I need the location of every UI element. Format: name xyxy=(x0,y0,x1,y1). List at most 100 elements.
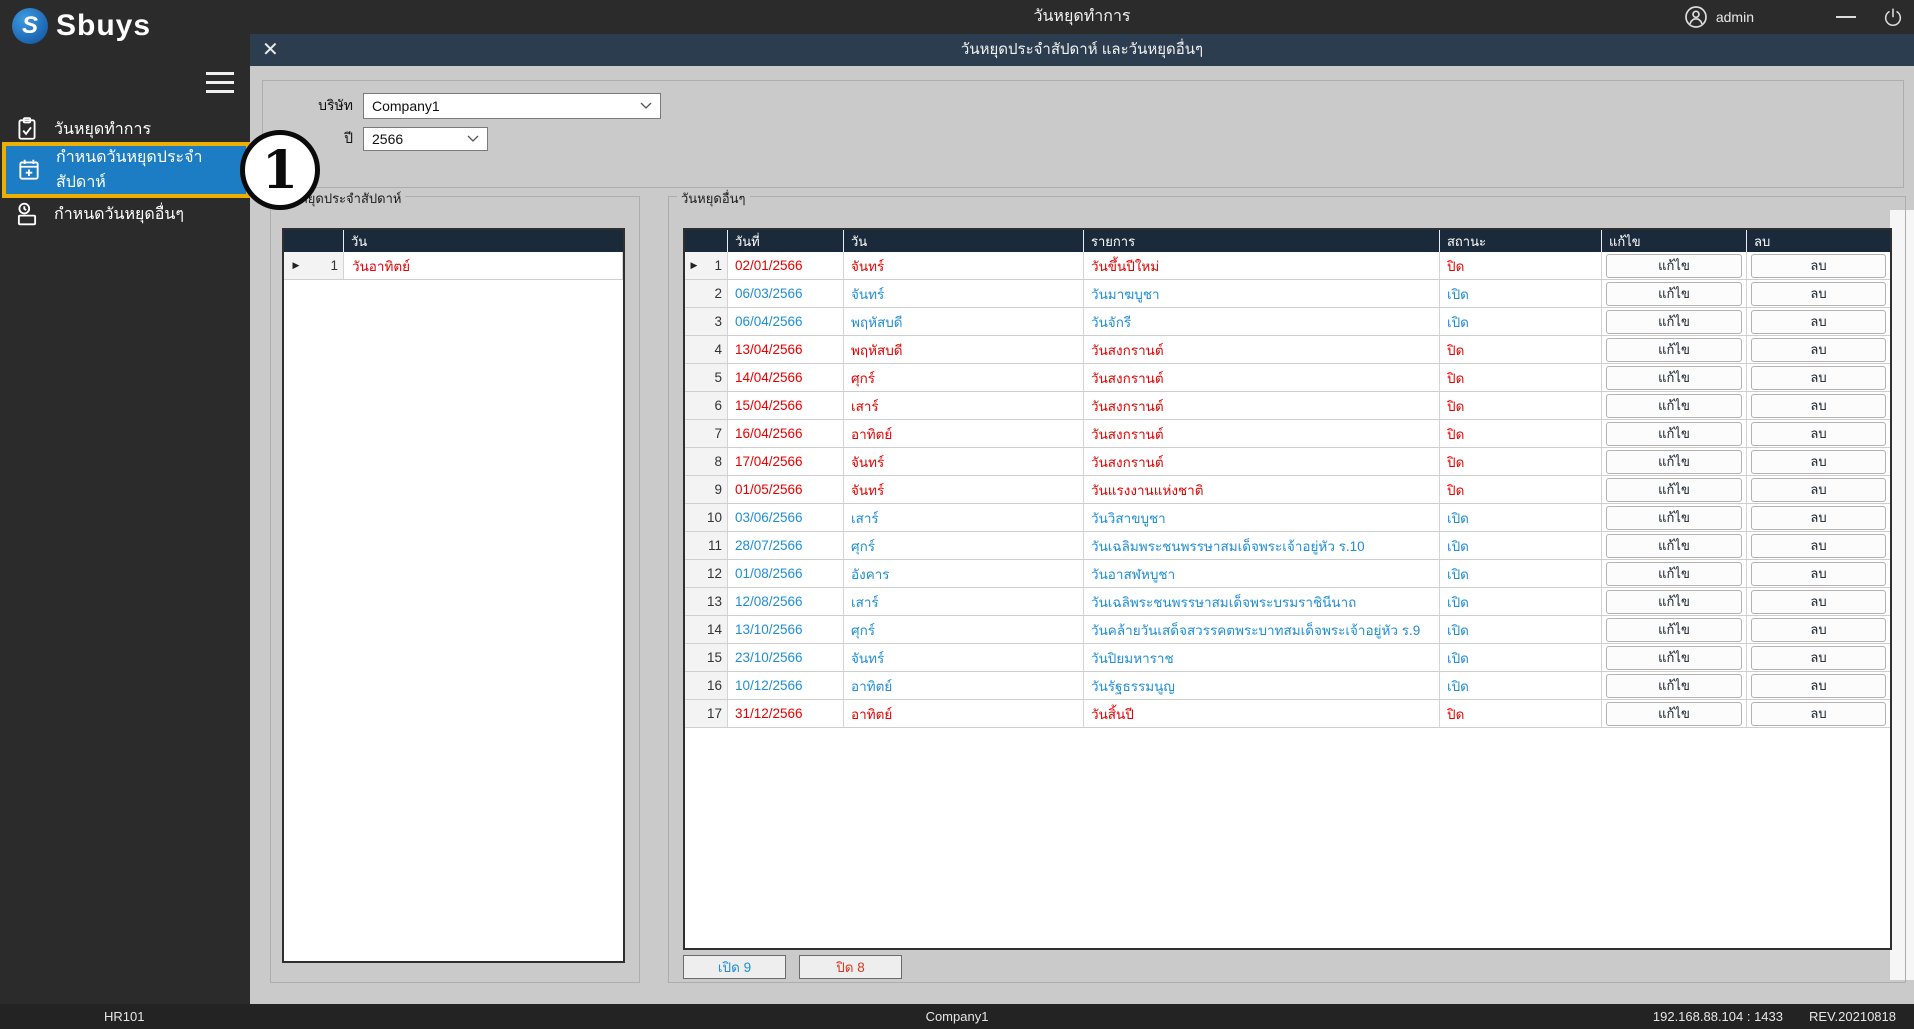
power-icon[interactable] xyxy=(1882,6,1904,28)
date-cell: 23/10/2566 xyxy=(728,644,844,671)
table-row: 16 10/12/2566 อาทิตย์ วันรัฐธรรมนูญ เปิด แก้ไ… xyxy=(685,672,1890,700)
edit-button[interactable]: แก้ไข xyxy=(1606,421,1742,446)
delete-button[interactable]: ลบ xyxy=(1751,477,1886,502)
edit-button[interactable]: แก้ไข xyxy=(1606,365,1742,390)
date-cell: 14/04/2566 xyxy=(728,364,844,391)
minimize-icon[interactable] xyxy=(1836,16,1856,18)
table-row: 12 01/08/2566 อังคาร วันอาสฬหบูชา เปิด แก้ไข ล… xyxy=(685,560,1890,588)
edit-button[interactable]: แก้ไข xyxy=(1606,393,1742,418)
close-icon[interactable]: ✕ xyxy=(262,34,279,66)
edit-button[interactable]: แก้ไข xyxy=(1606,281,1742,306)
edit-button[interactable]: แก้ไข xyxy=(1606,477,1742,502)
status-cell: เปิด xyxy=(1440,644,1602,671)
year-select[interactable]: 2566 xyxy=(363,127,488,151)
sidebar-item-other-holiday[interactable]: กำหนดวันหยุดอื่นๆ xyxy=(0,196,250,232)
description-cell: วันสงกรานต์ xyxy=(1084,336,1440,363)
edit-button[interactable]: แก้ไข xyxy=(1606,617,1742,642)
row-number-cell: 1 xyxy=(308,252,344,279)
header-delete: ลบ xyxy=(1754,233,1771,249)
edit-button[interactable]: แก้ไข xyxy=(1606,701,1742,726)
clock-calendar-icon xyxy=(14,201,40,227)
delete-button[interactable]: ลบ xyxy=(1751,701,1886,726)
edit-button[interactable]: แก้ไข xyxy=(1606,337,1742,362)
delete-cell: ลบ xyxy=(1747,252,1890,279)
day-cell: ศุกร์ xyxy=(844,616,1084,643)
status-cell: ปิด xyxy=(1440,448,1602,475)
status-cell: ปิด xyxy=(1440,700,1602,727)
user-menu[interactable]: admin xyxy=(1684,5,1754,29)
delete-button[interactable]: ลบ xyxy=(1751,589,1886,614)
other-holidays-group: วันหยุดอื่นๆ วันที่ วัน รายการ สถานะ แก้… xyxy=(668,188,1906,983)
delete-button[interactable]: ลบ xyxy=(1751,421,1886,446)
table-row: 17 31/12/2566 อาทิตย์ วันสิ้นปี ปิด แก้ไข ลบ xyxy=(685,700,1890,728)
day-cell: อาทิตย์ xyxy=(844,420,1084,447)
edit-button[interactable]: แก้ไข xyxy=(1606,449,1742,474)
date-cell: 17/04/2566 xyxy=(728,448,844,475)
edit-cell: แก้ไข xyxy=(1602,280,1747,307)
delete-button[interactable]: ลบ xyxy=(1751,253,1886,278)
delete-button[interactable]: ลบ xyxy=(1751,505,1886,530)
table-row: 4 13/04/2566 พฤหัสบดี วันสงกรานต์ ปิด แก้ไข ลบ xyxy=(685,336,1890,364)
description-cell: วันเฉลิพระชนพรรษาสมเด็จพระบรมราชินีนาถ xyxy=(1084,588,1440,615)
edit-button[interactable]: แก้ไข xyxy=(1606,561,1742,586)
other-group-legend: วันหยุดอื่นๆ xyxy=(677,188,750,209)
delete-button[interactable]: ลบ xyxy=(1751,645,1886,670)
day-cell: อังคาร xyxy=(844,560,1084,587)
delete-cell: ลบ xyxy=(1747,476,1890,503)
row-number-cell: 6 xyxy=(703,392,728,419)
edit-button[interactable]: แก้ไข xyxy=(1606,505,1742,530)
table-row: 3 06/04/2566 พฤหัสบดี วันจักรี เปิด แก้ไข ลบ xyxy=(685,308,1890,336)
delete-button[interactable]: ลบ xyxy=(1751,281,1886,306)
delete-button[interactable]: ลบ xyxy=(1751,337,1886,362)
status-cell: ปิด xyxy=(1440,336,1602,363)
delete-button[interactable]: ลบ xyxy=(1751,533,1886,558)
panel-header: ✕ วันหยุดประจำสัปดาห์ และวันหยุดอื่นๆ xyxy=(250,34,1914,66)
description-cell: วันแรงงานแห่งชาติ xyxy=(1084,476,1440,503)
delete-button[interactable]: ลบ xyxy=(1751,365,1886,390)
delete-button[interactable]: ลบ xyxy=(1751,393,1886,418)
delete-button[interactable]: ลบ xyxy=(1751,617,1886,642)
closed-count-button[interactable]: ปิด 8 xyxy=(799,955,902,979)
hamburger-menu-icon[interactable] xyxy=(206,72,234,99)
status-cell: เปิด xyxy=(1440,588,1602,615)
delete-button[interactable]: ลบ xyxy=(1751,449,1886,474)
edit-cell: แก้ไข xyxy=(1602,336,1747,363)
edit-button[interactable]: แก้ไข xyxy=(1606,589,1742,614)
row-marker-cell xyxy=(685,420,703,447)
app-logo: S Sbuys xyxy=(12,8,151,44)
edit-button[interactable]: แก้ไข xyxy=(1606,533,1742,558)
company-select[interactable]: Company1 xyxy=(363,93,661,119)
description-cell: วันอาสฬหบูชา xyxy=(1084,560,1440,587)
row-marker-cell xyxy=(685,700,703,727)
delete-button[interactable]: ลบ xyxy=(1751,309,1886,334)
row-number-cell: 8 xyxy=(703,448,728,475)
delete-cell: ลบ xyxy=(1747,672,1890,699)
edit-button[interactable]: แก้ไข xyxy=(1606,673,1742,698)
status-cell: ปิด xyxy=(1440,392,1602,419)
delete-button[interactable]: ลบ xyxy=(1751,561,1886,586)
edit-button[interactable]: แก้ไข xyxy=(1606,309,1742,334)
edit-button[interactable]: แก้ไข xyxy=(1606,253,1742,278)
status-cell: เปิด xyxy=(1440,532,1602,559)
row-marker-cell xyxy=(685,392,703,419)
edit-cell: แก้ไข xyxy=(1602,532,1747,559)
date-cell: 12/08/2566 xyxy=(728,588,844,615)
row-number-cell: 13 xyxy=(703,588,728,615)
status-cell: ปิด xyxy=(1440,420,1602,447)
description-cell: วันขึ้นปีใหม่ xyxy=(1084,252,1440,279)
header-day: วัน xyxy=(351,233,368,249)
other-table-body: ▶ 1 02/01/2566 จันทร์ วันขึ้นปีใหม่ ปิด แก้ไขล… xyxy=(685,252,1890,728)
row-marker-cell xyxy=(685,308,703,335)
row-marker-cell xyxy=(685,644,703,671)
annotation-highlight-box: กำหนดวันหยุดประจำสัปดาห์ xyxy=(2,142,250,198)
table-row: 10 03/06/2566 เสาร์ วันวิสาขบูชา เปิด แก้ไข ลบ xyxy=(685,504,1890,532)
delete-button[interactable]: ลบ xyxy=(1751,673,1886,698)
edit-cell: แก้ไข xyxy=(1602,420,1747,447)
date-cell: 06/04/2566 xyxy=(728,308,844,335)
edit-button[interactable]: แก้ไข xyxy=(1606,645,1742,670)
open-count-button[interactable]: เปิด 9 xyxy=(683,955,786,979)
description-cell: วันมาฆบูชา xyxy=(1084,280,1440,307)
date-cell: 03/06/2566 xyxy=(728,504,844,531)
sidebar-item-label: กำหนดวันหยุดอื่นๆ xyxy=(54,205,184,223)
sidebar-item-weekly-holiday[interactable]: กำหนดวันหยุดประจำสัปดาห์ xyxy=(6,146,246,194)
